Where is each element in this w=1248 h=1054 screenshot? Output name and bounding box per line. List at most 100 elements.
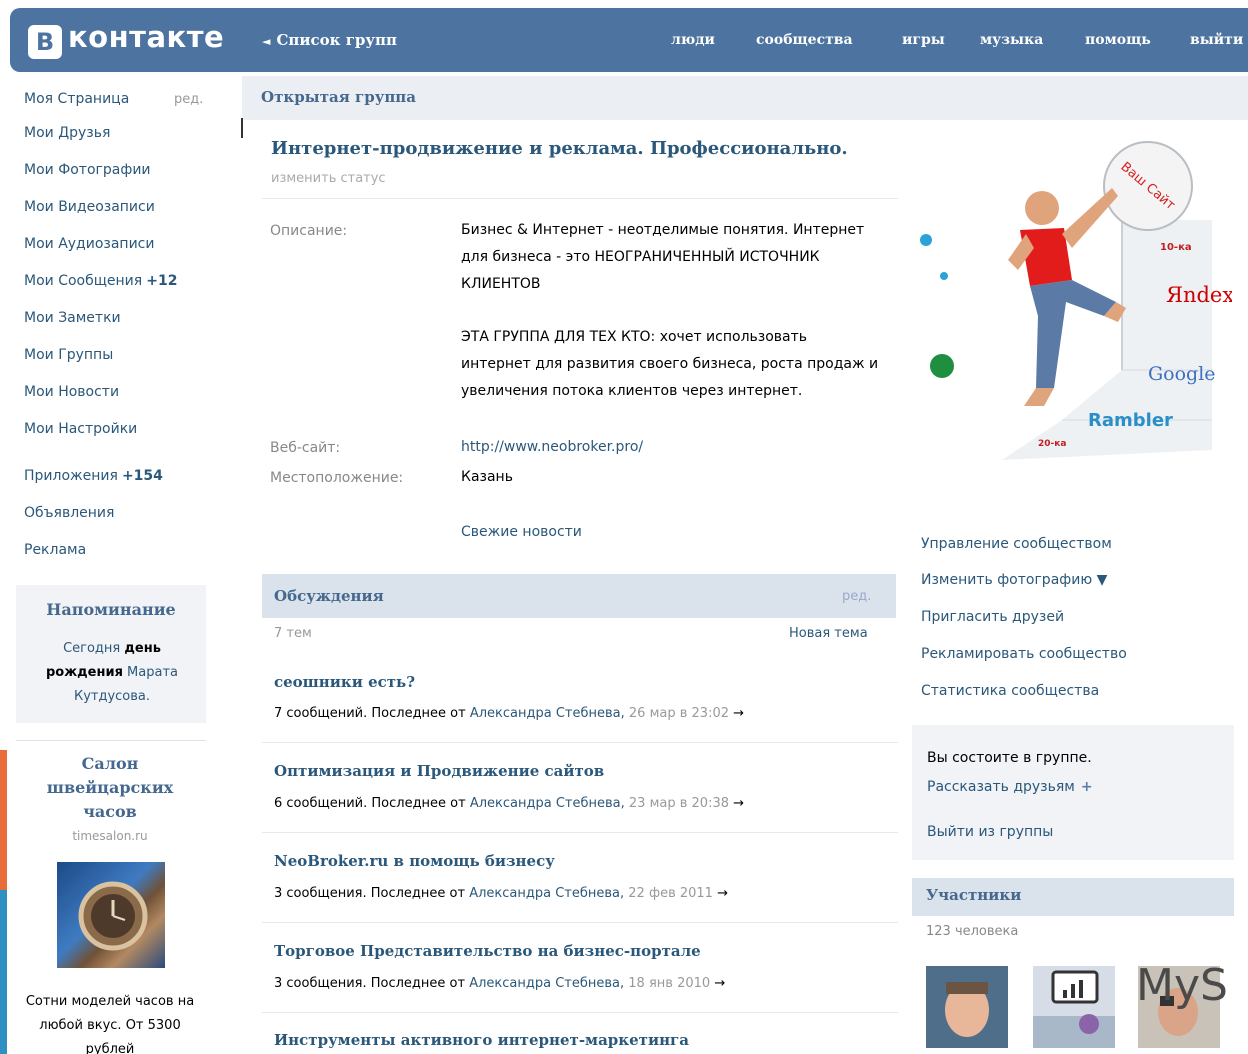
google-label: Google — [1148, 363, 1216, 385]
topic-arrow-icon[interactable]: → — [714, 976, 725, 991]
participants-title[interactable]: Участники — [926, 886, 1021, 904]
topic-message-count: 3 сообщения. Последнее от — [274, 976, 470, 991]
topic-divider — [262, 922, 898, 923]
ad-watch-image[interactable] — [57, 862, 165, 968]
sidebar-item-photos[interactable]: Мои Фотографии — [24, 162, 151, 178]
topic-message-count: 6 сообщений. Последнее от — [274, 796, 470, 811]
topic-divider — [262, 1012, 898, 1013]
participants-count: 123 человека — [926, 924, 1019, 939]
topic-arrow-icon[interactable]: → — [717, 886, 728, 901]
nav-music[interactable]: музыка — [980, 32, 1043, 48]
reminder-title: Напоминание — [46, 600, 176, 619]
sidebar-item-friends[interactable]: Мои Друзья — [24, 125, 110, 141]
ad-text[interactable]: Сотни моделей часов на любой вкус. От 53… — [20, 990, 200, 1054]
topic-title[interactable]: Торговое Представительство на бизнес-пор… — [274, 942, 701, 960]
description-paragraph-2: ЭТА ГРУППА ДЛЯ ТЕХ КТО: хочет использова… — [461, 329, 879, 399]
location-label: Местоположение: — [270, 470, 404, 486]
topic-title[interactable]: NeoBroker.ru в помощь бизнесу — [274, 852, 555, 870]
tell-friends-label: Рассказать друзьям — [927, 779, 1075, 795]
group-name: Интернет-продвижение и реклама. Професси… — [271, 138, 848, 159]
topics-count: 7 тем — [274, 626, 312, 641]
avatar[interactable] — [926, 966, 1008, 1048]
discussions-edit-link[interactable]: ред. — [842, 589, 871, 604]
sidebar-item-my-page[interactable]: Моя Страница — [24, 91, 129, 107]
change-photo-dropdown[interactable]: Изменить фотографию ▼ — [921, 572, 1107, 588]
website-link[interactable]: http://www.neobroker.pro/ — [461, 434, 881, 461]
description-paragraph-1: Бизнес & Интернет - неотделимые понятия.… — [461, 222, 865, 292]
group-photo[interactable]: Ваш Сайт 10-ка Яndex Google Rambler 20-к… — [912, 130, 1234, 490]
discussions-title[interactable]: Обсуждения — [274, 587, 384, 605]
back-to-groups-link[interactable]: ◄ Список групп — [262, 31, 397, 49]
avatar[interactable] — [1033, 966, 1115, 1048]
site-logo-text[interactable]: контакте — [68, 20, 224, 54]
ad-title[interactable]: Салон швейцарских часов — [20, 752, 200, 824]
ad-domain: timesalon.ru — [72, 829, 148, 843]
fresh-news-link[interactable]: Свежие новости — [461, 524, 582, 540]
sidebar-item-ads[interactable]: Объявления — [24, 505, 114, 521]
location-value: Казань — [461, 469, 513, 485]
topic-author-link[interactable]: Александра Стебнева, — [469, 976, 624, 991]
sidebar-edit-link[interactable]: ред. — [174, 92, 203, 107]
ad-stripe-blue — [0, 890, 7, 1054]
promote-community-link[interactable]: Рекламировать сообщество — [921, 646, 1127, 662]
nav-logout[interactable]: выйти — [1190, 32, 1243, 48]
topic-date: 26 мар в 23:02 — [624, 706, 730, 721]
watch-icon — [78, 881, 148, 951]
manage-community-link[interactable]: Управление сообществом — [921, 536, 1112, 552]
topic-author-link[interactable]: Александра Стебнева, — [470, 706, 625, 721]
invite-friends-link[interactable]: Пригласить друзей — [921, 609, 1064, 625]
tag-top-label: 10-ка — [1160, 242, 1192, 253]
messages-count-badge: +12 — [146, 273, 178, 289]
reminder-text: Сегодня день рождения Марата Кутдусова. — [26, 637, 198, 709]
nav-people[interactable]: люди — [671, 32, 715, 48]
topic-arrow-icon[interactable]: → — [733, 706, 744, 721]
topic-date: 18 янв 2010 — [624, 976, 711, 991]
tell-friends-link[interactable]: Рассказать друзьям + — [927, 779, 1093, 795]
nav-help[interactable]: помощь — [1085, 32, 1151, 48]
new-topic-link[interactable]: Новая тема — [789, 626, 868, 641]
sidebar-item-videos[interactable]: Мои Видеозаписи — [24, 199, 155, 215]
sidebar-item-advertising[interactable]: Реклама — [24, 542, 86, 558]
reminder-text-start: Сегодня — [63, 641, 125, 656]
plus-icon: + — [1080, 779, 1093, 795]
vk-logo-icon[interactable]: В — [28, 25, 62, 59]
topic-title[interactable]: сеошники есть? — [274, 673, 415, 691]
member-avatar-photo — [926, 966, 1008, 1048]
sidebar-item-settings[interactable]: Мои Настройки — [24, 421, 137, 437]
nav-games[interactable]: игры — [902, 32, 945, 48]
change-status-link[interactable]: изменить статус — [271, 171, 386, 186]
leave-group-link[interactable]: Выйти из группы — [927, 824, 1053, 840]
topic-message-count: 3 сообщения. Последнее от — [274, 886, 470, 901]
topic-author-link[interactable]: Александра Стебнева, — [470, 796, 625, 811]
topic-date: 23 мар в 20:38 — [624, 796, 730, 811]
topic-arrow-icon[interactable]: → — [733, 796, 744, 811]
apps-count-badge: +154 — [121, 468, 163, 484]
tag-bottom-label: 20-ка — [1038, 439, 1066, 449]
topic-divider — [262, 832, 898, 833]
topic-meta: 3 сообщения. Последнее от Александра Сте… — [274, 886, 728, 901]
nav-communities[interactable]: сообщества — [756, 32, 853, 48]
sidebar-item-messages[interactable]: Мои Сообщения +12 — [24, 273, 177, 289]
watermark-overlay-text: MyS — [1136, 960, 1228, 1011]
sidebar-item-audio[interactable]: Мои Аудиозаписи — [24, 236, 154, 252]
topic-title[interactable]: Оптимизация и Продвижение сайтов — [274, 762, 604, 780]
topic-message-count: 7 сообщений. Последнее от — [274, 706, 470, 721]
sidebar-divider — [16, 740, 206, 741]
member-avatar-photo — [1033, 966, 1115, 1048]
info-divider — [262, 198, 898, 199]
topic-title[interactable]: Инструменты активного интернет-маркетинг… — [274, 1031, 689, 1049]
ad-stripe-orange — [0, 750, 7, 890]
community-stats-link[interactable]: Статистика сообщества — [921, 683, 1099, 699]
back-link-label: Список групп — [276, 31, 397, 49]
topic-meta: 6 сообщений. Последнее от Александра Сте… — [274, 796, 744, 811]
sidebar-item-label: Мои Сообщения — [24, 273, 143, 289]
topic-author-link[interactable]: Александра Стебнева, — [469, 886, 624, 901]
group-type-label: Открытая группа — [261, 88, 416, 106]
sidebar-item-news[interactable]: Мои Новости — [24, 384, 119, 400]
topic-divider — [262, 742, 898, 743]
sidebar-item-groups[interactable]: Мои Группы — [24, 347, 113, 363]
column-divider — [241, 118, 243, 138]
sidebar-item-apps[interactable]: Приложения +154 — [24, 468, 163, 484]
sidebar-item-notes[interactable]: Мои Заметки — [24, 310, 121, 326]
topic-meta: 7 сообщений. Последнее от Александра Сте… — [274, 706, 744, 721]
